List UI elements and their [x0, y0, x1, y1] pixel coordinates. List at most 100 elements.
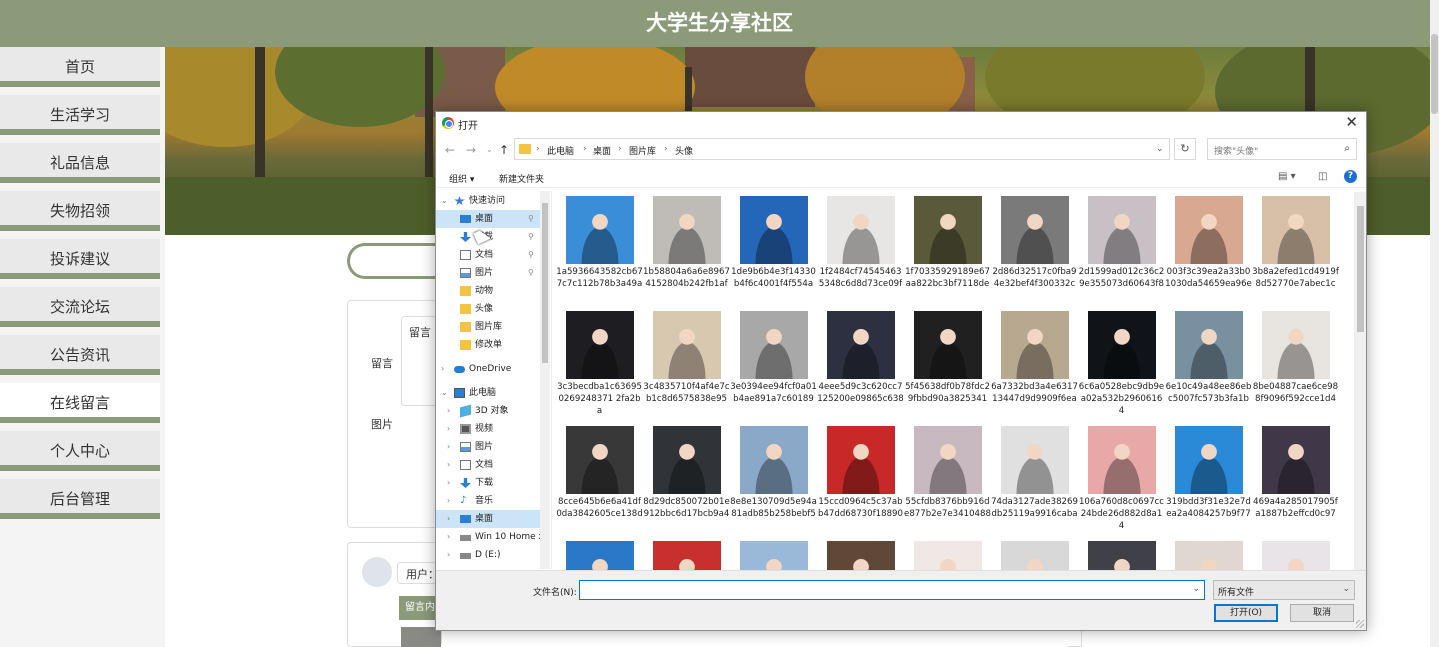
nav-tree-item[interactable]: › D (E:)	[436, 546, 541, 564]
sidebar-item[interactable]: 后台管理	[0, 479, 160, 519]
chevron-down-icon[interactable]: ⌄	[441, 384, 448, 402]
chevron-right-icon[interactable]: ›	[447, 492, 450, 510]
nav-tree-item[interactable]: 文档 ⚲	[436, 246, 541, 264]
filename-input[interactable]: ⌄	[579, 580, 1205, 600]
address-bar[interactable]: › 此电脑 › 桌面 › 图片库 › 头像 ⌄	[514, 138, 1170, 160]
sidebar-item[interactable]: 投诉建议	[0, 239, 160, 279]
help-icon[interactable]: ?	[1344, 170, 1357, 183]
nav-tree-item[interactable]: › 图片	[436, 438, 541, 456]
file-tile[interactable]: 469a4a285017905fa1887b2effcd0c97	[1252, 422, 1339, 536]
nav-tree-item[interactable]: › 下载	[436, 474, 541, 492]
refresh-icon[interactable]: ↻	[1174, 138, 1196, 160]
nav-tree-item[interactable]: ⌄ 快速访问	[436, 192, 541, 210]
sidebar-item[interactable]: 礼品信息	[0, 143, 160, 183]
file-tile[interactable]	[730, 537, 817, 572]
file-tile[interactable]: 6c6a0528ebc9db9ea02a532b29606164	[1078, 307, 1165, 421]
file-tile[interactable]: 2d86d32517c0fba94e32bef4f300332c	[991, 192, 1078, 306]
file-tile[interactable]: 6e10c49a48ee86ebc5007fc573b3fa1b	[1165, 307, 1252, 421]
view-options-icon[interactable]: ▤ ▾	[1278, 171, 1296, 182]
sidebar-item[interactable]: 公告资讯	[0, 335, 160, 375]
file-tile[interactable]	[817, 537, 904, 572]
nav-tree-item[interactable]: 图片 ⚲	[436, 264, 541, 282]
sidebar-item[interactable]: 生活学习	[0, 95, 160, 135]
file-tile[interactable]: 3c4835710f4af4e7cb1c8d6575838e95	[643, 307, 730, 421]
nav-tree-item[interactable]: ⌄ 此电脑	[436, 384, 541, 402]
file-tile[interactable]: 8cce645b6e6a41df0da3842605ce138d	[556, 422, 643, 536]
file-tile[interactable]: 3e0394ee94fcf0a01b4ae891a7c60189	[730, 307, 817, 421]
breadcrumb-this-pc[interactable]: 此电脑	[547, 144, 574, 157]
file-tile[interactable]: 8be04887cae6ce988f9096f592cce1d4	[1252, 307, 1339, 421]
back-icon[interactable]: ←	[445, 143, 455, 157]
chevron-right-icon[interactable]: ›	[447, 456, 450, 474]
file-tile[interactable]	[1078, 537, 1165, 572]
chevron-down-icon[interactable]: ⌄	[1192, 584, 1200, 594]
file-tile[interactable]: 6a7332bd3a4e631713447d9d9909f6ea	[991, 307, 1078, 421]
navigation-scrollbar[interactable]	[540, 191, 550, 569]
up-icon[interactable]: ↑	[499, 143, 509, 157]
chevron-right-icon[interactable]: ›	[447, 510, 450, 528]
chevron-right-icon[interactable]: ›	[447, 546, 450, 564]
filetype-select[interactable]: 所有文件 ⌄	[1213, 580, 1355, 600]
file-tile[interactable]	[1252, 537, 1339, 572]
resize-grip[interactable]	[1356, 620, 1364, 628]
file-tile[interactable]: 4eee5d9c3c620cc7125200e09865c638	[817, 307, 904, 421]
file-tile[interactable]	[643, 537, 730, 572]
file-tile[interactable]: 1a5936643582cb677c7c112b78b3a49a	[556, 192, 643, 306]
file-tile[interactable]: 5f45638df0b78fdc29fbbd90a3825341	[904, 307, 991, 421]
file-tile[interactable]: 8d29dc850072b01e912bbc6d17bcb9a4	[643, 422, 730, 536]
nav-tree-item[interactable]: › 桌面	[436, 510, 541, 528]
nav-tree-item[interactable]: 头像	[436, 300, 541, 318]
file-tile[interactable]: 106a760d8c0697cc24bde26d882d8a14	[1078, 422, 1165, 536]
file-tile[interactable]: 74da3127ade38269db25119a9916caba	[991, 422, 1078, 536]
file-tile[interactable]: 1f2484cf745454635348c6d8d73ce09f	[817, 192, 904, 306]
new-folder-button[interactable]: 新建文件夹	[499, 172, 544, 185]
nav-tree-item[interactable]: › OneDrive	[436, 360, 541, 378]
breadcrumb-pictures-lib[interactable]: 图片库	[629, 144, 656, 157]
file-tile[interactable]: 003f3c39ea2a33b01030da54659ea96e	[1165, 192, 1252, 306]
file-grid-scrollbar[interactable]	[1354, 192, 1366, 572]
chevron-right-icon[interactable]: ›	[447, 438, 450, 456]
nav-tree-item[interactable]: 动物	[436, 282, 541, 300]
page-scrollbar[interactable]	[1430, 0, 1439, 647]
chevron-right-icon[interactable]: ›	[441, 360, 444, 378]
cancel-button[interactable]: 取消	[1290, 604, 1354, 622]
file-tile[interactable]: 1de9b6b4e3f14330b4f6c4001f4f554a	[730, 192, 817, 306]
sidebar-item[interactable]: 个人中心	[0, 431, 160, 471]
breadcrumb-avatars[interactable]: 头像	[675, 144, 693, 157]
file-tile[interactable]: 15ccd0964c5c37abb47dd68730f18890	[817, 422, 904, 536]
chevron-right-icon[interactable]: ›	[447, 474, 450, 492]
chevron-right-icon[interactable]: ›	[447, 420, 450, 438]
file-tile[interactable]	[991, 537, 1078, 572]
forward-icon[interactable]: →	[466, 143, 476, 157]
nav-tree-item[interactable]: › 视频	[436, 420, 541, 438]
file-tile[interactable]: 1b58804a6a6e89674152804b242fb1af	[643, 192, 730, 306]
recent-dropdown-icon[interactable]: ⌄	[486, 145, 493, 154]
file-tile[interactable]	[1165, 537, 1252, 572]
sidebar-item[interactable]: 交流论坛	[0, 287, 160, 327]
close-icon[interactable]: ✕	[1345, 113, 1358, 131]
file-tile[interactable]: 3c3becdba1c636950269248371 2fa2ba	[556, 307, 643, 421]
sidebar-item[interactable]: 在线留言	[0, 383, 160, 423]
preview-pane-icon[interactable]: ◫	[1318, 171, 1327, 182]
nav-tree-item[interactable]: 桌面 ⚲	[436, 210, 541, 228]
search-input[interactable]: 搜索"头像" ⌕	[1207, 138, 1357, 160]
nav-tree-item[interactable]: › 文档	[436, 456, 541, 474]
nav-tree-item[interactable]: › ♪ 音乐	[436, 492, 541, 510]
file-tile[interactable]: 3b8a2efed1cd4919f8d52770e7abec1c	[1252, 192, 1339, 306]
file-tile[interactable]: 8e8e130709d5e94a81adb85b258bebf5	[730, 422, 817, 536]
sidebar-item[interactable]: 首页	[0, 47, 160, 87]
nav-tree-item[interactable]: › 3D 对象	[436, 402, 541, 420]
file-tile[interactable]: 1f70335929189e67aa822bc3bf7118de	[904, 192, 991, 306]
file-tile[interactable]: 55cfdb8376bb916de877b2e7e3410488	[904, 422, 991, 536]
file-tile[interactable]: 2d1599ad012c36c29e355073d60643f8	[1078, 192, 1165, 306]
nav-tree-item[interactable]: 修改单	[436, 336, 541, 354]
open-button[interactable]: 打开(O)	[1214, 604, 1278, 622]
file-tile[interactable]	[556, 537, 643, 572]
chevron-right-icon[interactable]: ›	[447, 528, 450, 546]
nav-tree-item[interactable]: 图片库	[436, 318, 541, 336]
breadcrumb-desktop[interactable]: 桌面	[593, 144, 611, 157]
organize-button[interactable]: 组织 ▾	[449, 172, 474, 185]
chevron-down-icon[interactable]: ⌄	[441, 192, 448, 210]
chevron-right-icon[interactable]: ›	[447, 402, 450, 420]
nav-tree-item[interactable]: › Win 10 Home x	[436, 528, 544, 546]
